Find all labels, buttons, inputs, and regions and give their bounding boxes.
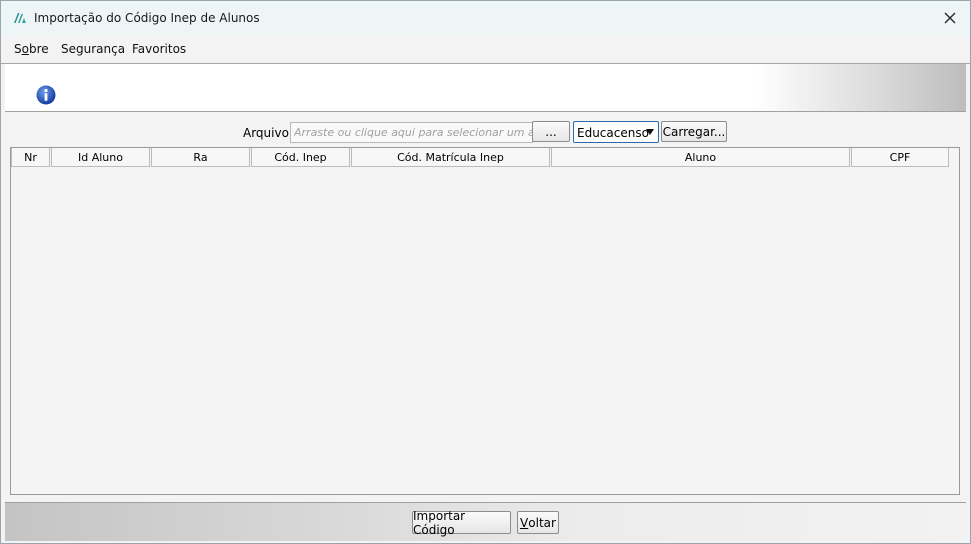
load-button[interactable]: Carregar... [661, 121, 727, 142]
table-header: Nr Id Aluno Ra Cód. Inep Cód. Matrícula … [11, 148, 950, 168]
application-window: Importação do Código Inep de Alunos Sobr… [0, 0, 971, 544]
window-title: Importação do Código Inep de Alunos [34, 11, 260, 25]
title-bar: Importação do Código Inep de Alunos [1, 1, 970, 35]
format-select-value: Educacenso [577, 126, 649, 140]
students-table[interactable]: Nr Id Aluno Ra Cód. Inep Cód. Matrícula … [10, 147, 960, 495]
format-select[interactable]: Educacenso [573, 121, 659, 143]
file-selection-row: Arquivo: ... Educacenso Carregar... [1, 121, 970, 145]
file-input[interactable] [290, 122, 533, 143]
close-button[interactable] [930, 1, 970, 35]
info-banner [5, 64, 966, 112]
column-header-cod-matricula-inep[interactable]: Cód. Matrícula Inep [351, 148, 550, 167]
back-button[interactable]: Voltar [517, 511, 559, 534]
column-header-id-aluno[interactable]: Id Aluno [51, 148, 150, 167]
menu-sobre[interactable]: Sobre [14, 42, 49, 56]
browse-button[interactable]: ... [532, 121, 570, 142]
file-label: Arquivo: [243, 126, 293, 140]
column-header-cod-inep[interactable]: Cód. Inep [251, 148, 350, 167]
menu-favoritos[interactable]: Favoritos [132, 42, 186, 56]
close-icon [944, 12, 956, 24]
column-header-ra[interactable]: Ra [151, 148, 250, 167]
column-header-nr[interactable]: Nr [11, 148, 50, 167]
column-header-cpf[interactable]: CPF [851, 148, 949, 167]
menu-bar: Sobre Segurança Favoritos [1, 35, 970, 64]
import-code-button[interactable]: Importar Código [412, 509, 511, 537]
info-icon [36, 85, 56, 105]
dropdown-arrow-icon [646, 129, 654, 135]
app-logo-icon [14, 13, 26, 23]
column-header-aluno[interactable]: Aluno [551, 148, 850, 167]
menu-seguranca[interactable]: Segurança [61, 42, 125, 56]
footer-bar: Importar Código Voltar [5, 502, 966, 541]
